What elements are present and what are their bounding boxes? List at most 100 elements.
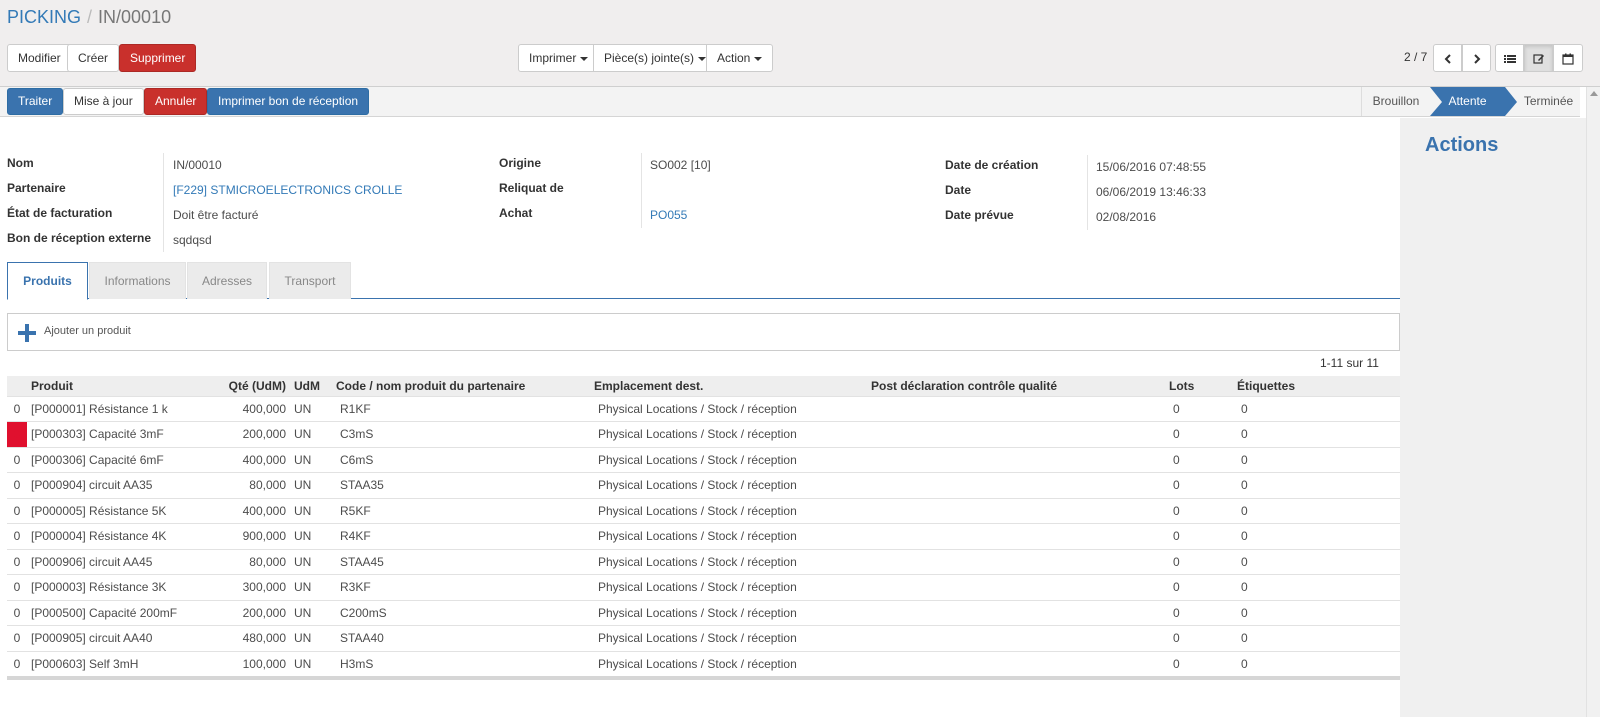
partner-link[interactable]: [F229] STMICROELECTRONICS CROLLE bbox=[173, 183, 402, 197]
cell-qty: 80,000 bbox=[217, 548, 290, 575]
table-row[interactable]: 0 [P000306] Capacité 6mF 400,000 UN C6mS Phys… bbox=[7, 446, 1400, 473]
pager-previous-button[interactable] bbox=[1433, 44, 1462, 72]
tab-information[interactable]: Informations bbox=[89, 262, 186, 299]
cell-tags: 0 bbox=[1233, 548, 1400, 575]
cell-partner-code: C200mS bbox=[332, 599, 590, 626]
cell-qty: 400,000 bbox=[217, 395, 290, 422]
create-button[interactable]: Créer bbox=[67, 44, 120, 72]
header-tags[interactable]: Étiquettes bbox=[1233, 376, 1400, 396]
calendar-icon bbox=[1562, 53, 1574, 65]
cell-uom: UN bbox=[290, 574, 332, 600]
scroll-up-arrow-icon[interactable] bbox=[1590, 91, 1598, 96]
pager-next-button[interactable] bbox=[1462, 44, 1491, 72]
cell-quality-control bbox=[867, 548, 1165, 575]
process-button[interactable]: Traiter bbox=[7, 88, 64, 115]
table-row[interactable]: 0 [P000303] Capacité 3mF 200,000 UN C3mS Phys… bbox=[7, 421, 1400, 447]
cell-destination: Physical Locations / Stock / réception bbox=[590, 650, 867, 677]
delete-button[interactable]: Supprimer bbox=[119, 44, 197, 72]
cell-quality-control bbox=[867, 625, 1165, 651]
cell-destination: Physical Locations / Stock / réception bbox=[590, 523, 867, 549]
date-label: Date bbox=[945, 183, 972, 197]
move-lines-table: Produit Qté (UdM) UdM Code / nom produit… bbox=[7, 376, 1400, 677]
table-row[interactable]: 0 [P000005] Résistance 5K 400,000 UN R5KF Phy… bbox=[7, 497, 1400, 524]
purchase-label: Achat bbox=[499, 206, 533, 220]
header-partner-code[interactable]: Code / nom produit du partenaire bbox=[332, 376, 590, 396]
table-row[interactable]: 0 [P000603] Self 3mH 100,000 UN H3mS Physical… bbox=[7, 650, 1400, 677]
print-receipt-button[interactable]: Imprimer bon de réception bbox=[207, 88, 370, 115]
cell-tags: 0 bbox=[1233, 497, 1400, 524]
print-dropdown[interactable]: Imprimer bbox=[518, 44, 600, 72]
cancel-button[interactable]: Annuler bbox=[144, 88, 208, 115]
tab-transport[interactable]: Transport bbox=[269, 262, 351, 299]
cell-lots: 0 bbox=[1165, 574, 1233, 600]
cell-destination: Physical Locations / Stock / réception bbox=[590, 599, 867, 626]
cell-lots: 0 bbox=[1165, 446, 1233, 473]
breadcrumb-parent-link[interactable]: PICKING bbox=[7, 7, 81, 27]
cell-quality-control bbox=[867, 395, 1165, 422]
form-view-button[interactable] bbox=[1524, 44, 1553, 72]
edit-button[interactable]: Modifier bbox=[7, 44, 72, 72]
header-quality-control[interactable]: Post déclaration contrôle qualité bbox=[867, 376, 1165, 396]
stage-done[interactable]: Terminée bbox=[1517, 87, 1580, 116]
table-row[interactable]: 0 [P000905] circuit AA40 480,000 UN STAA40 Ph… bbox=[7, 625, 1400, 651]
cell-partner-code: C6mS bbox=[332, 446, 590, 473]
attachments-dropdown[interactable]: Pièce(s) jointe(s) bbox=[593, 44, 718, 72]
table-row[interactable]: 0 [P000500] Capacité 200mF 200,000 UN C200mS… bbox=[7, 599, 1400, 626]
table-footer bbox=[7, 676, 1400, 680]
action-dropdown[interactable]: Action bbox=[706, 44, 774, 72]
cell-tags: 0 bbox=[1233, 650, 1400, 677]
cell-qty: 100,000 bbox=[217, 650, 290, 677]
cell-product: [P000603] Self 3mH bbox=[27, 650, 217, 677]
scheduled-date-label: Date prévue bbox=[945, 208, 1014, 222]
cell-partner-code: STAA40 bbox=[332, 625, 590, 651]
invoice-state-label: État de facturation bbox=[7, 206, 113, 220]
cell-product: [P000001] Résistance 1 k bbox=[27, 395, 217, 422]
scrollbar[interactable] bbox=[1586, 87, 1600, 717]
cell-product: [P000003] Résistance 3K bbox=[27, 574, 217, 600]
list-icon bbox=[1503, 54, 1516, 63]
add-product-row[interactable]: Ajouter un produit bbox=[7, 313, 1400, 351]
table-row[interactable]: 0 [P000906] circuit AA45 80,000 UN STAA45 Phy… bbox=[7, 548, 1400, 575]
stage-arrow-in bbox=[1430, 87, 1442, 116]
breadcrumb: PICKING / IN/00010 bbox=[7, 7, 171, 28]
update-button[interactable]: Mise à jour bbox=[63, 88, 144, 115]
row-handle: 0 bbox=[7, 523, 27, 549]
cell-lots: 0 bbox=[1165, 421, 1233, 447]
purchase-link[interactable]: PO055 bbox=[650, 208, 687, 222]
list-view-button[interactable] bbox=[1495, 44, 1524, 72]
cell-tags: 0 bbox=[1233, 472, 1400, 498]
table-row[interactable]: 0 [P000001] Résistance 1 k 400,000 UN R1KF Ph… bbox=[7, 395, 1400, 422]
cell-quality-control bbox=[867, 574, 1165, 600]
stage-arrow bbox=[1505, 87, 1517, 116]
tab-products[interactable]: Produits bbox=[7, 262, 88, 300]
row-handle: 0 bbox=[7, 625, 27, 651]
header-product[interactable]: Produit bbox=[27, 376, 217, 396]
origin-label: Origine bbox=[499, 156, 542, 170]
cell-tags: 0 bbox=[1233, 446, 1400, 473]
calendar-view-button[interactable] bbox=[1553, 44, 1583, 72]
stage-draft[interactable]: Brouillon bbox=[1362, 87, 1430, 116]
create-date-label: Date de création bbox=[945, 158, 1039, 172]
cell-qty: 300,000 bbox=[217, 574, 290, 600]
cell-product: [P000500] Capacité 200mF bbox=[27, 599, 217, 626]
cell-quality-control bbox=[867, 599, 1165, 626]
name-label: Nom bbox=[7, 156, 34, 170]
table-row[interactable]: 0 [P000904] circuit AA35 80,000 UN STAA35 Phy… bbox=[7, 472, 1400, 498]
tab-addresses[interactable]: Adresses bbox=[187, 262, 267, 299]
pager-value[interactable]: 2 / 7 bbox=[1404, 50, 1427, 64]
header-uom[interactable]: UdM bbox=[290, 376, 332, 396]
header-lots[interactable]: Lots bbox=[1165, 376, 1233, 396]
record-count: 1-11 sur 11 bbox=[1320, 356, 1379, 370]
cell-uom: UN bbox=[290, 625, 332, 651]
table-row[interactable]: 0 [P000003] Résistance 3K 300,000 UN R3KF Phy… bbox=[7, 574, 1400, 600]
cell-qty: 200,000 bbox=[217, 599, 290, 626]
table-row[interactable]: 0 [P000004] Résistance 4K 900,000 UN R4KF Phy… bbox=[7, 523, 1400, 549]
header-handle bbox=[7, 376, 27, 396]
header-destination[interactable]: Emplacement dest. bbox=[590, 376, 867, 396]
cell-tags: 0 bbox=[1233, 421, 1400, 447]
header-qty[interactable]: Qté (UdM) bbox=[217, 376, 290, 396]
cell-lots: 0 bbox=[1165, 472, 1233, 498]
cell-quality-control bbox=[867, 523, 1165, 549]
cell-tags: 0 bbox=[1233, 625, 1400, 651]
add-product-link[interactable]: Ajouter un produit bbox=[44, 325, 131, 337]
